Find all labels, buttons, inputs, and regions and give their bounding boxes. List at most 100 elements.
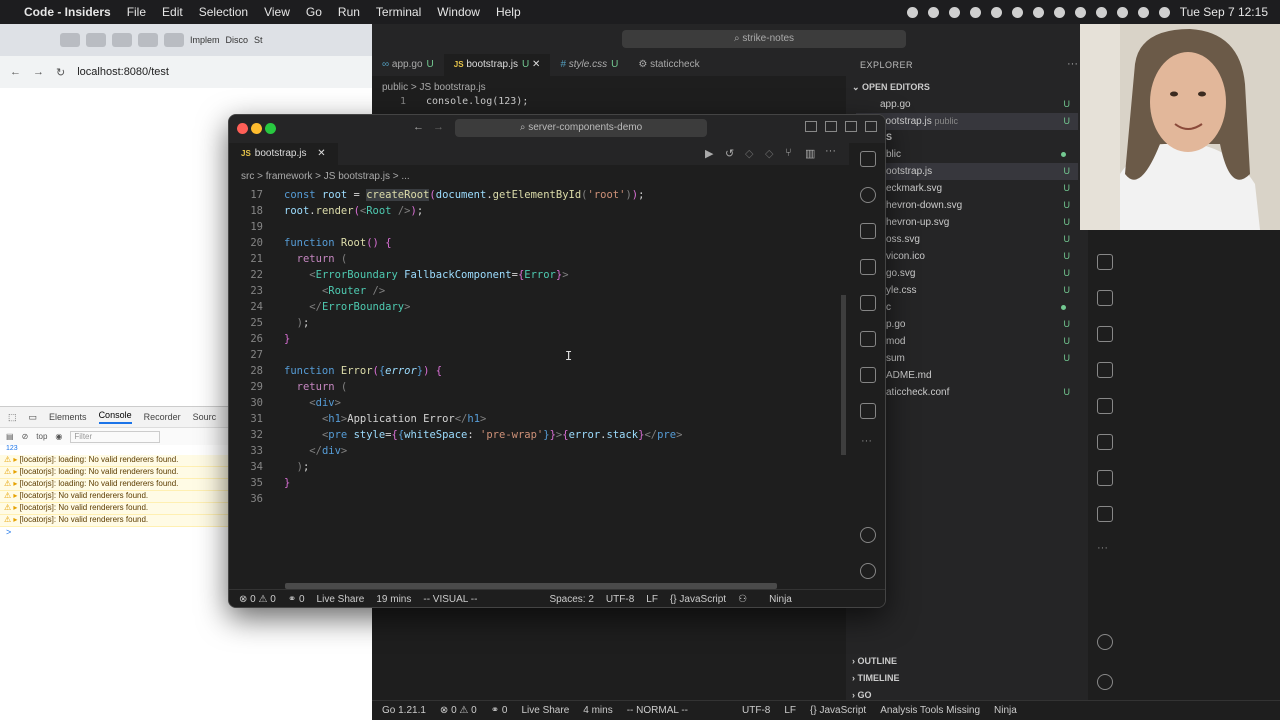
- tab-sources[interactable]: Sourc: [193, 412, 217, 422]
- console-warning[interactable]: ⚠ ▸ [locatorjs]: No valid renderers foun…: [0, 515, 228, 527]
- run-icon[interactable]: ▶: [705, 147, 713, 160]
- moon-icon[interactable]: [1053, 6, 1065, 18]
- wifi-icon[interactable]: [1137, 6, 1149, 18]
- browser-tab[interactable]: [60, 33, 80, 47]
- reload-icon[interactable]: ↻: [56, 66, 65, 79]
- menu-view[interactable]: View: [264, 5, 290, 19]
- code-line[interactable]: 24 </ErrorBoundary>: [229, 299, 410, 315]
- file-item[interactable]: oss.svg U: [856, 231, 1078, 248]
- tab-bootstrap-js[interactable]: JS bootstrap.js U ✕: [443, 54, 551, 76]
- code-line[interactable]: 32 <pre style={{whiteSpace: 'pre-wrap'}}…: [229, 427, 682, 443]
- console-prompt[interactable]: >: [0, 527, 228, 537]
- go-version[interactable]: Go 1.21.1: [382, 705, 426, 716]
- more-icon[interactable]: ···: [1097, 542, 1108, 554]
- language-mode[interactable]: {} JavaScript: [670, 594, 726, 605]
- account-icon[interactable]: [860, 527, 876, 543]
- analysis-tools[interactable]: Analysis Tools Missing: [880, 705, 980, 716]
- file-item[interactable]: hevron-down.svg U: [856, 197, 1078, 214]
- live-share-button[interactable]: Live Share: [317, 594, 365, 605]
- sidebar-toggle-icon[interactable]: ▤: [6, 432, 14, 441]
- extensions-icon[interactable]: [860, 331, 876, 347]
- console-warning[interactable]: ⚠ ▸ [locatorjs]: No valid renderers foun…: [0, 491, 228, 503]
- minimize-window-button[interactable]: [251, 123, 262, 134]
- tray-icon-7[interactable]: [1074, 6, 1086, 18]
- customize-layout-icon[interactable]: [865, 121, 877, 132]
- zoom-window-button[interactable]: [265, 123, 276, 134]
- diff-prev-icon[interactable]: ◇: [745, 147, 753, 160]
- tab-app-go[interactable]: ∞ app.go U: [372, 54, 444, 76]
- console-warning[interactable]: ⚠ ▸ [locatorjs]: loading: No valid rende…: [0, 479, 228, 491]
- tab-console[interactable]: Console: [98, 410, 132, 424]
- run-debug-icon[interactable]: [860, 259, 876, 275]
- keyboard-icon[interactable]: [1095, 6, 1107, 18]
- testing-flask-icon[interactable]: [860, 367, 876, 383]
- browser-tab[interactable]: [138, 33, 158, 47]
- code-line[interactable]: 29 return (: [229, 379, 347, 395]
- close-icon[interactable]: ✕: [317, 148, 325, 159]
- file-item[interactable]: vicon.ico U: [856, 248, 1078, 265]
- file-item[interactable]: hevron-up.svg U: [856, 214, 1078, 231]
- tray-icon-6[interactable]: [1032, 6, 1044, 18]
- console-warning[interactable]: ⚠ ▸ [locatorjs]: loading: No valid rende…: [0, 455, 228, 467]
- menu-edit[interactable]: Edit: [162, 5, 183, 19]
- icon-3[interactable]: [1097, 326, 1113, 342]
- browser-tab[interactable]: [164, 33, 184, 47]
- tray-icon-1[interactable]: [927, 6, 939, 18]
- menu-run[interactable]: Run: [338, 5, 360, 19]
- file-item[interactable]: c: [856, 299, 1078, 316]
- code-editor[interactable]: 17 const root = createRoot(document.getEl…: [229, 187, 849, 587]
- diff-next-icon[interactable]: ◇: [765, 147, 773, 160]
- code-line[interactable]: 23 <Router />: [229, 283, 385, 299]
- account-icon[interactable]: [1097, 634, 1113, 650]
- front-breadcrumb[interactable]: src > framework > JS bootstrap.js > ...: [241, 171, 410, 182]
- ports-count[interactable]: ⚭ 0: [288, 594, 305, 605]
- code-line[interactable]: 26}: [229, 331, 290, 347]
- browser-tab-implem[interactable]: Implem: [190, 35, 220, 45]
- forward-arrow-icon[interactable]: →: [33, 66, 44, 78]
- browser-tab-st[interactable]: St: [254, 35, 263, 45]
- problems-count[interactable]: ⊗ 0 ⚠ 0: [440, 705, 477, 716]
- icon-4[interactable]: [1097, 362, 1113, 378]
- encoding[interactable]: UTF-8: [742, 705, 770, 716]
- open-editor-item[interactable]: bootstrap.js public U: [856, 113, 1078, 130]
- line-ending[interactable]: LF: [646, 594, 658, 605]
- code-line[interactable]: 34 );: [229, 459, 309, 475]
- file-item[interactable]: eckmark.svg U: [856, 180, 1078, 197]
- source-control-icon[interactable]: [860, 223, 876, 239]
- copilot-icon[interactable]: ⚇: [738, 594, 747, 605]
- code-line[interactable]: 19: [229, 219, 284, 235]
- inspect-icon[interactable]: ⬚: [8, 412, 17, 423]
- browser-tab-disco[interactable]: Disco: [226, 35, 249, 45]
- code-line[interactable]: 31 <h1>Application Error</h1>: [229, 411, 486, 427]
- explorer-files-icon[interactable]: [860, 151, 876, 167]
- tray-icon-3[interactable]: [969, 6, 981, 18]
- menu-help[interactable]: Help: [496, 5, 521, 19]
- file-item[interactable]: ootstrap.js U: [856, 163, 1078, 180]
- console-warning[interactable]: ⚠ ▸ [locatorjs]: No valid renderers foun…: [0, 503, 228, 515]
- live-share-button[interactable]: Live Share: [521, 705, 569, 716]
- tray-icon-4[interactable]: [990, 6, 1002, 18]
- problems-count[interactable]: ⊗ 0 ⚠ 0: [239, 594, 276, 605]
- time-tracker[interactable]: 19 mins: [376, 594, 411, 605]
- close-window-button[interactable]: [237, 123, 248, 134]
- menu-go[interactable]: Go: [306, 5, 322, 19]
- code-line[interactable]: 36: [229, 491, 284, 507]
- file-item[interactable]: aticcheck.conf U: [856, 384, 1078, 401]
- play-tray-icon[interactable]: [906, 6, 918, 18]
- encoding[interactable]: UTF-8: [606, 594, 634, 605]
- nav-forward-icon[interactable]: →: [433, 121, 444, 133]
- time-tracker[interactable]: 4 mins: [583, 705, 612, 716]
- indentation[interactable]: Spaces: 2: [549, 594, 593, 605]
- clock[interactable]: Tue Sep 7 12:15: [1180, 5, 1268, 19]
- code-line[interactable]: 28 function Error({error}) {: [229, 363, 442, 379]
- search-tray-icon[interactable]: [1116, 6, 1128, 18]
- remote-explorer-icon[interactable]: [860, 295, 876, 311]
- code-line[interactable]: 30 <div>: [229, 395, 341, 411]
- code-line[interactable]: 18 root.render(<Root />);: [229, 203, 423, 219]
- ninja-status[interactable]: Ninja: [769, 594, 792, 605]
- file-item[interactable]: yle.css U: [856, 282, 1078, 299]
- back-command-center[interactable]: ⌕ strike-notes: [622, 30, 906, 48]
- manage-gear-icon[interactable]: [860, 563, 876, 579]
- url-field[interactable]: localhost:8080/test: [77, 66, 169, 78]
- context-select[interactable]: top: [36, 432, 47, 441]
